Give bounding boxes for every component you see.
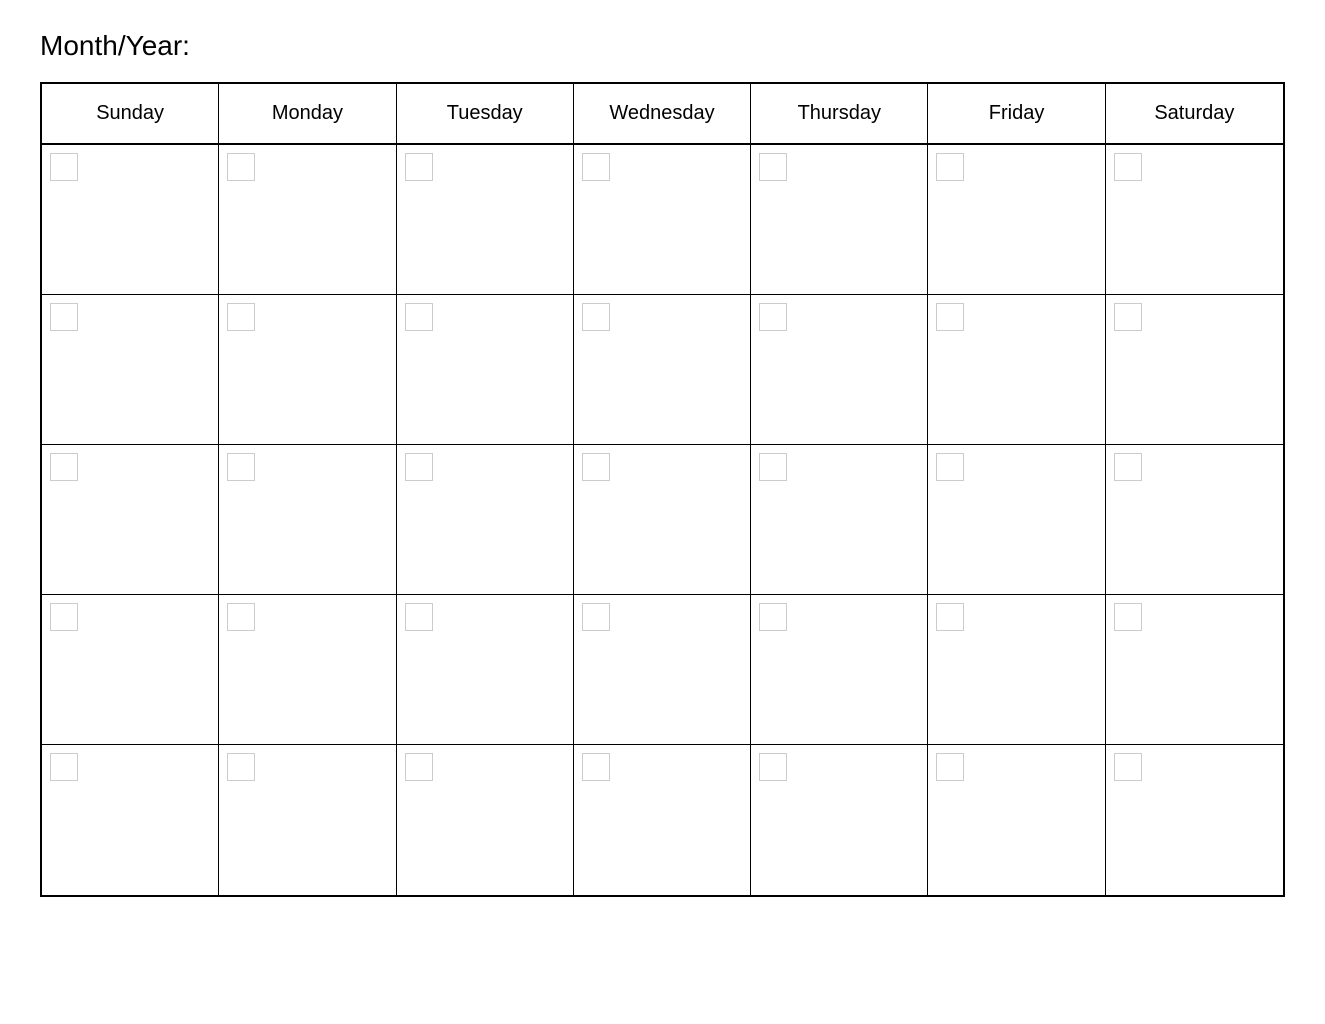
calendar-cell[interactable] bbox=[574, 595, 751, 744]
calendar-cell[interactable] bbox=[928, 745, 1105, 895]
calendar-cell[interactable] bbox=[751, 445, 928, 594]
date-box bbox=[227, 153, 255, 181]
date-box bbox=[759, 303, 787, 331]
page-title: Month/Year: bbox=[40, 30, 1285, 62]
calendar-cell[interactable] bbox=[574, 745, 751, 895]
calendar-row bbox=[42, 745, 1283, 895]
day-header-saturday: Saturday bbox=[1106, 84, 1283, 143]
calendar-cell[interactable] bbox=[574, 145, 751, 294]
date-box bbox=[405, 603, 433, 631]
date-box bbox=[227, 753, 255, 781]
calendar-cell[interactable] bbox=[751, 595, 928, 744]
calendar-cell[interactable] bbox=[42, 145, 219, 294]
calendar-cell[interactable] bbox=[219, 295, 396, 444]
calendar-cell[interactable] bbox=[219, 745, 396, 895]
date-box bbox=[1114, 303, 1142, 331]
date-box bbox=[582, 303, 610, 331]
calendar-cell[interactable] bbox=[42, 445, 219, 594]
calendar-cell[interactable] bbox=[751, 295, 928, 444]
date-box bbox=[50, 153, 78, 181]
calendar-cell[interactable] bbox=[397, 445, 574, 594]
calendar-cell[interactable] bbox=[1106, 745, 1283, 895]
date-box bbox=[582, 153, 610, 181]
date-box bbox=[936, 303, 964, 331]
date-box bbox=[227, 303, 255, 331]
calendar-cell[interactable] bbox=[751, 145, 928, 294]
calendar-cell[interactable] bbox=[42, 595, 219, 744]
date-box bbox=[405, 753, 433, 781]
day-header-wednesday: Wednesday bbox=[574, 84, 751, 143]
date-box bbox=[227, 603, 255, 631]
date-box bbox=[582, 453, 610, 481]
calendar-cell[interactable] bbox=[397, 595, 574, 744]
date-box bbox=[1114, 603, 1142, 631]
calendar-cell[interactable] bbox=[928, 595, 1105, 744]
calendar-cell[interactable] bbox=[1106, 145, 1283, 294]
date-box bbox=[227, 453, 255, 481]
calendar-cell[interactable] bbox=[397, 745, 574, 895]
date-box bbox=[759, 603, 787, 631]
calendar-cell[interactable] bbox=[42, 295, 219, 444]
date-box bbox=[759, 453, 787, 481]
date-box bbox=[1114, 453, 1142, 481]
date-box bbox=[50, 453, 78, 481]
date-box bbox=[582, 753, 610, 781]
calendar-row bbox=[42, 595, 1283, 745]
calendar-cell[interactable] bbox=[574, 445, 751, 594]
day-header-monday: Monday bbox=[219, 84, 396, 143]
calendar-cell[interactable] bbox=[1106, 595, 1283, 744]
calendar-cell[interactable] bbox=[397, 145, 574, 294]
date-box bbox=[582, 603, 610, 631]
calendar-cell[interactable] bbox=[574, 295, 751, 444]
date-box bbox=[1114, 153, 1142, 181]
calendar-cell[interactable] bbox=[928, 445, 1105, 594]
date-box bbox=[759, 753, 787, 781]
calendar-row bbox=[42, 295, 1283, 445]
date-box bbox=[936, 603, 964, 631]
date-box bbox=[405, 153, 433, 181]
day-header-sunday: Sunday bbox=[42, 84, 219, 143]
date-box bbox=[405, 453, 433, 481]
date-box bbox=[936, 153, 964, 181]
calendar-row bbox=[42, 445, 1283, 595]
calendar-cell[interactable] bbox=[1106, 295, 1283, 444]
calendar-body bbox=[42, 145, 1283, 895]
calendar-cell[interactable] bbox=[928, 295, 1105, 444]
date-box bbox=[936, 753, 964, 781]
day-header-tuesday: Tuesday bbox=[397, 84, 574, 143]
date-box bbox=[936, 453, 964, 481]
calendar-cell[interactable] bbox=[1106, 445, 1283, 594]
date-box bbox=[405, 303, 433, 331]
date-box bbox=[759, 153, 787, 181]
calendar-cell[interactable] bbox=[219, 595, 396, 744]
calendar-row bbox=[42, 145, 1283, 295]
calendar-cell[interactable] bbox=[219, 445, 396, 594]
day-header-friday: Friday bbox=[928, 84, 1105, 143]
calendar-cell[interactable] bbox=[928, 145, 1105, 294]
calendar-cell[interactable] bbox=[397, 295, 574, 444]
calendar-cell[interactable] bbox=[219, 145, 396, 294]
date-box bbox=[50, 303, 78, 331]
date-box bbox=[50, 753, 78, 781]
date-box bbox=[1114, 753, 1142, 781]
calendar-cell[interactable] bbox=[751, 745, 928, 895]
date-box bbox=[50, 603, 78, 631]
calendar: Sunday Monday Tuesday Wednesday Thursday… bbox=[40, 82, 1285, 897]
calendar-cell[interactable] bbox=[42, 745, 219, 895]
calendar-header: Sunday Monday Tuesday Wednesday Thursday… bbox=[42, 84, 1283, 145]
day-header-thursday: Thursday bbox=[751, 84, 928, 143]
